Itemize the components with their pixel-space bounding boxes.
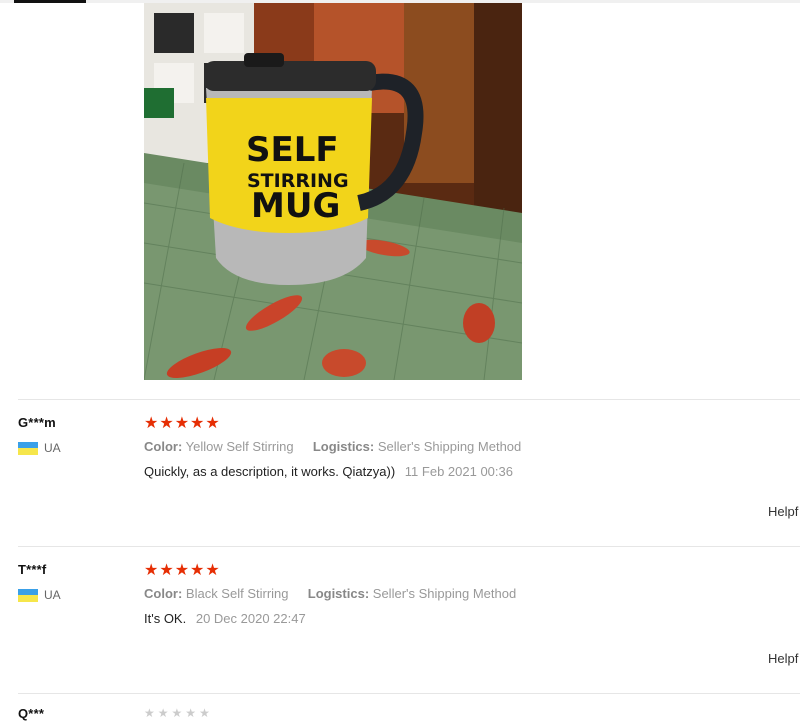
helpful-button[interactable]: Helpf xyxy=(768,651,798,666)
star-icon: ★ xyxy=(171,706,183,720)
reviewer-country: UA xyxy=(18,441,61,455)
star-icon: ★ xyxy=(174,413,190,432)
star-rating: ★ ★ ★ ★ ★ xyxy=(144,562,220,578)
star-icon: ★ xyxy=(190,560,205,579)
star-icon: ★ xyxy=(190,413,205,432)
review-divider xyxy=(18,399,800,400)
country-code: UA xyxy=(44,441,61,455)
color-label: Color: xyxy=(144,586,183,601)
star-icon: ★ xyxy=(205,413,220,432)
star-icon: ★ xyxy=(159,560,174,579)
review-sku-info: Color: Black Self Stirring Logistics: Se… xyxy=(144,586,516,601)
star-icon: ★ xyxy=(144,413,159,432)
logistics-value: Seller's Shipping Method xyxy=(372,586,517,601)
reviewer-country: UA xyxy=(18,588,61,602)
star-icon: ★ xyxy=(144,706,155,720)
star-icon: ★ xyxy=(205,560,220,579)
mug-text-line1: SELF xyxy=(246,130,339,170)
active-tab-indicator xyxy=(14,0,86,3)
review-body: It's OK. 20 Dec 2020 22:47 xyxy=(144,611,306,626)
star-icon: ★ xyxy=(157,706,169,720)
star-icon: ★ xyxy=(144,560,159,579)
review-sku-info: Color: Yellow Self Stirring Logistics: S… xyxy=(144,439,521,454)
reviewer-name-partial: Q*** xyxy=(18,706,45,721)
star-icon: ★ xyxy=(185,706,197,720)
logistics-label: Logistics: xyxy=(312,439,375,454)
reviewer-name: G***m xyxy=(18,415,56,430)
color-value: Black Self Stirring xyxy=(185,586,289,601)
review-text: It's OK. xyxy=(144,611,187,626)
star-rating: ★ ★ ★ ★ ★ xyxy=(144,415,220,431)
review-divider xyxy=(18,546,800,547)
country-code: UA xyxy=(44,588,61,602)
logistics-label: Logistics: xyxy=(307,586,370,601)
review-date: 11 Feb 2021 00:36 xyxy=(404,464,513,479)
star-icon: ★ xyxy=(174,560,190,579)
star-rating-partial: ★ ★ ★ ★ ★ xyxy=(144,706,210,720)
color-label: Color: xyxy=(144,439,183,454)
star-icon: ★ xyxy=(199,706,210,720)
ukraine-flag-icon xyxy=(18,588,38,602)
helpful-button[interactable]: Helpf xyxy=(768,504,798,519)
reviewer-name: T***f xyxy=(18,562,47,577)
logistics-value: Seller's Shipping Method xyxy=(377,439,522,454)
review-divider xyxy=(18,693,800,694)
mug-text-line3: MUG xyxy=(251,186,340,226)
review-date: 20 Dec 2020 22:47 xyxy=(195,611,306,626)
review-body: Quickly, as a description, it works. Qia… xyxy=(144,464,513,479)
star-icon: ★ xyxy=(159,413,174,432)
review-text: Quickly, as a description, it works. Qia… xyxy=(144,464,396,479)
self-stirring-mug-image: SELF STIRRING MUG xyxy=(144,3,522,380)
review-photo[interactable]: SELF STIRRING MUG xyxy=(144,3,522,380)
color-value: Yellow Self Stirring xyxy=(185,439,294,454)
ukraine-flag-icon xyxy=(18,441,38,455)
